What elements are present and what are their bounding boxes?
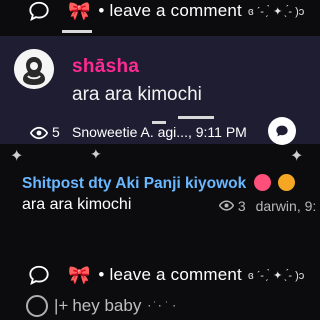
weary-face-emoji-icon — [277, 174, 295, 191]
post-title[interactable]: Shitpost dty Aki Panji kiyowok — [22, 174, 295, 193]
username[interactable]: shāsha — [72, 56, 139, 78]
divider — [178, 116, 214, 119]
heart-eyes-emoji-icon — [253, 174, 271, 191]
decorative-text: ɞ ˊ- ̗ ̀ ✦ ̖ ́- )ɔ — [247, 269, 305, 282]
reply-count: 5 — [52, 124, 60, 140]
sparkle-icon: ✦ — [90, 146, 102, 162]
post-title-text: Shitpost dty Aki Panji kiyowok — [22, 175, 247, 192]
speech-bubble-icon — [28, 264, 50, 286]
speech-bubble-icon — [28, 0, 50, 22]
sparkle-icon: ✦ — [10, 148, 24, 165]
post-preview-text: ara ara kimochi — [22, 196, 132, 213]
message-text: ara ara kimochi — [72, 84, 202, 105]
leave-comment-label: • leave a comment — [98, 1, 242, 20]
eye-icon — [218, 200, 235, 211]
input-separator: |+ — [54, 296, 69, 315]
leave-comment-bar-top[interactable]: 🎀 • leave a comment ɞ ˊ- ̗ ̀ ✦ ̖ ́- )ɔ — [0, 0, 320, 26]
post-meta-text: Snoweetie A. agi..., 9:11 PM — [72, 124, 247, 140]
divider — [62, 30, 92, 33]
view-count: 3 — [237, 198, 246, 214]
post-meta: 3 darwin, 9: — [218, 198, 317, 214]
input-text[interactable]: hey baby — [72, 296, 141, 316]
leave-comment-label: • leave a comment — [98, 265, 242, 284]
post-author-time: darwin, 9: — [255, 198, 317, 214]
avatar[interactable] — [14, 49, 54, 89]
emoji-picker-icon[interactable] — [26, 295, 48, 317]
ribbon-icon: 🎀 — [68, 265, 91, 285]
message-input-bar[interactable]: |+ hey baby ⋅ ̇ ⋅ ˙ ⋅ — [0, 292, 320, 320]
sparkle-icon: ✦ — [290, 148, 304, 165]
decorative-text: ⋅ ̇ ⋅ ˙ ⋅ — [147, 299, 177, 313]
chat-icon[interactable] — [268, 117, 296, 145]
leave-comment-bar[interactable]: 🎀 • leave a comment ɞ ˊ- ̗ ̀ ✦ ̖ ́- )ɔ — [0, 260, 320, 290]
eye-icon — [29, 124, 49, 142]
ribbon-icon: 🎀 — [68, 1, 91, 21]
decorative-text: ɞ ˊ- ̗ ̀ ✦ ̖ ́- )ɔ — [247, 5, 305, 18]
